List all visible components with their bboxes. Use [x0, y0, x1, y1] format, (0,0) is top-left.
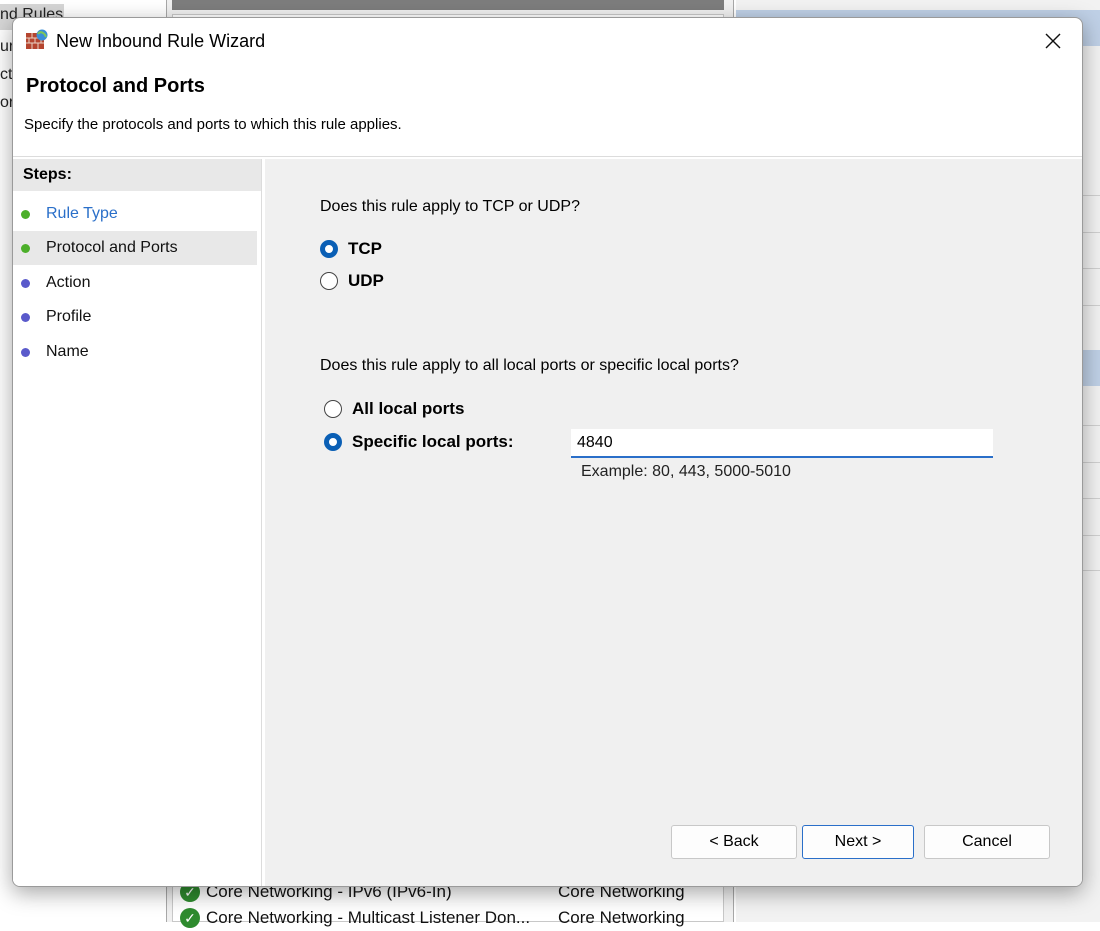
- step-label: Name: [46, 343, 89, 360]
- divider: [1082, 498, 1100, 499]
- page-subtitle: Specify the protocols and ports to which…: [24, 116, 402, 133]
- divider: [1082, 305, 1100, 306]
- radio-label: Specific local ports:: [352, 432, 514, 451]
- divider: [1082, 425, 1100, 426]
- rule-name: Core Networking - Multicast Listener Don…: [206, 908, 531, 927]
- step-label: Rule Type: [46, 205, 118, 222]
- step-pending-icon: [21, 347, 30, 357]
- protocol-question: Does this rule apply to TCP or UDP?: [320, 198, 580, 215]
- step-label: Profile: [46, 308, 92, 325]
- step-completed-icon: [21, 209, 30, 219]
- back-button[interactable]: < Back: [671, 825, 797, 859]
- ports-question: Does this rule apply to all local ports …: [320, 357, 739, 374]
- rule-group: Core Networking: [558, 908, 685, 927]
- step-profile: Profile: [13, 300, 257, 334]
- divider: [1082, 195, 1100, 196]
- specific-ports-input[interactable]: [571, 429, 993, 458]
- ports-example-hint: Example: 80, 443, 5000-5010: [581, 463, 791, 480]
- udp-radio[interactable]: UDP: [320, 271, 384, 291]
- divider: [1082, 268, 1100, 269]
- dialog-title: New Inbound Rule Wizard: [56, 31, 266, 51]
- radio-label: TCP: [348, 239, 382, 258]
- radio-label: All local ports: [352, 399, 465, 418]
- step-name: Name: [13, 335, 257, 369]
- step-current-icon: [21, 243, 30, 253]
- step-pending-icon: [21, 312, 30, 322]
- radio-selected-icon: [320, 240, 338, 258]
- divider: [261, 159, 262, 886]
- background-rule-row[interactable]: ✓ Core Networking - Multicast Listener D…: [180, 905, 685, 931]
- step-pending-icon: [21, 278, 30, 288]
- wizard-header: Protocol and Ports Specify the protocols…: [13, 64, 1082, 157]
- page-title: Protocol and Ports: [26, 75, 205, 97]
- step-label: Action: [46, 274, 91, 291]
- steps-panel: Steps: Rule Type Protocol and Ports Acti…: [13, 159, 261, 886]
- step-protocol-and-ports: Protocol and Ports: [13, 231, 257, 265]
- enabled-check-icon: ✓: [180, 908, 200, 928]
- all-local-ports-radio[interactable]: All local ports: [324, 399, 464, 419]
- cancel-button[interactable]: Cancel: [924, 825, 1050, 859]
- next-button[interactable]: Next >: [802, 825, 914, 859]
- title-bar[interactable]: New Inbound Rule Wizard: [13, 18, 1082, 64]
- new-inbound-rule-wizard-dialog: New Inbound Rule Wizard Protocol and Por…: [12, 17, 1083, 887]
- divider: [1082, 570, 1100, 571]
- divider: [1082, 232, 1100, 233]
- divider: [1082, 535, 1100, 536]
- steps-header-label: Steps:: [23, 166, 72, 183]
- radio-label: UDP: [348, 271, 384, 290]
- divider: [1082, 462, 1100, 463]
- step-action: Action: [13, 266, 257, 300]
- steps-header: Steps:: [13, 159, 261, 191]
- radio-unselected-icon: [320, 272, 338, 290]
- background-rules-header: [172, 0, 724, 10]
- tcp-radio[interactable]: TCP: [320, 239, 382, 259]
- step-rule-type[interactable]: Rule Type: [13, 197, 257, 231]
- step-label: Protocol and Ports: [46, 239, 178, 256]
- radio-selected-icon: [324, 433, 342, 451]
- firewall-icon: [25, 29, 49, 51]
- radio-unselected-icon: [324, 400, 342, 418]
- close-icon: [1045, 33, 1061, 49]
- close-button[interactable]: [1024, 18, 1082, 64]
- specific-local-ports-radio[interactable]: Specific local ports:: [324, 432, 514, 452]
- wizard-content: Does this rule apply to TCP or UDP? TCP …: [265, 159, 1082, 886]
